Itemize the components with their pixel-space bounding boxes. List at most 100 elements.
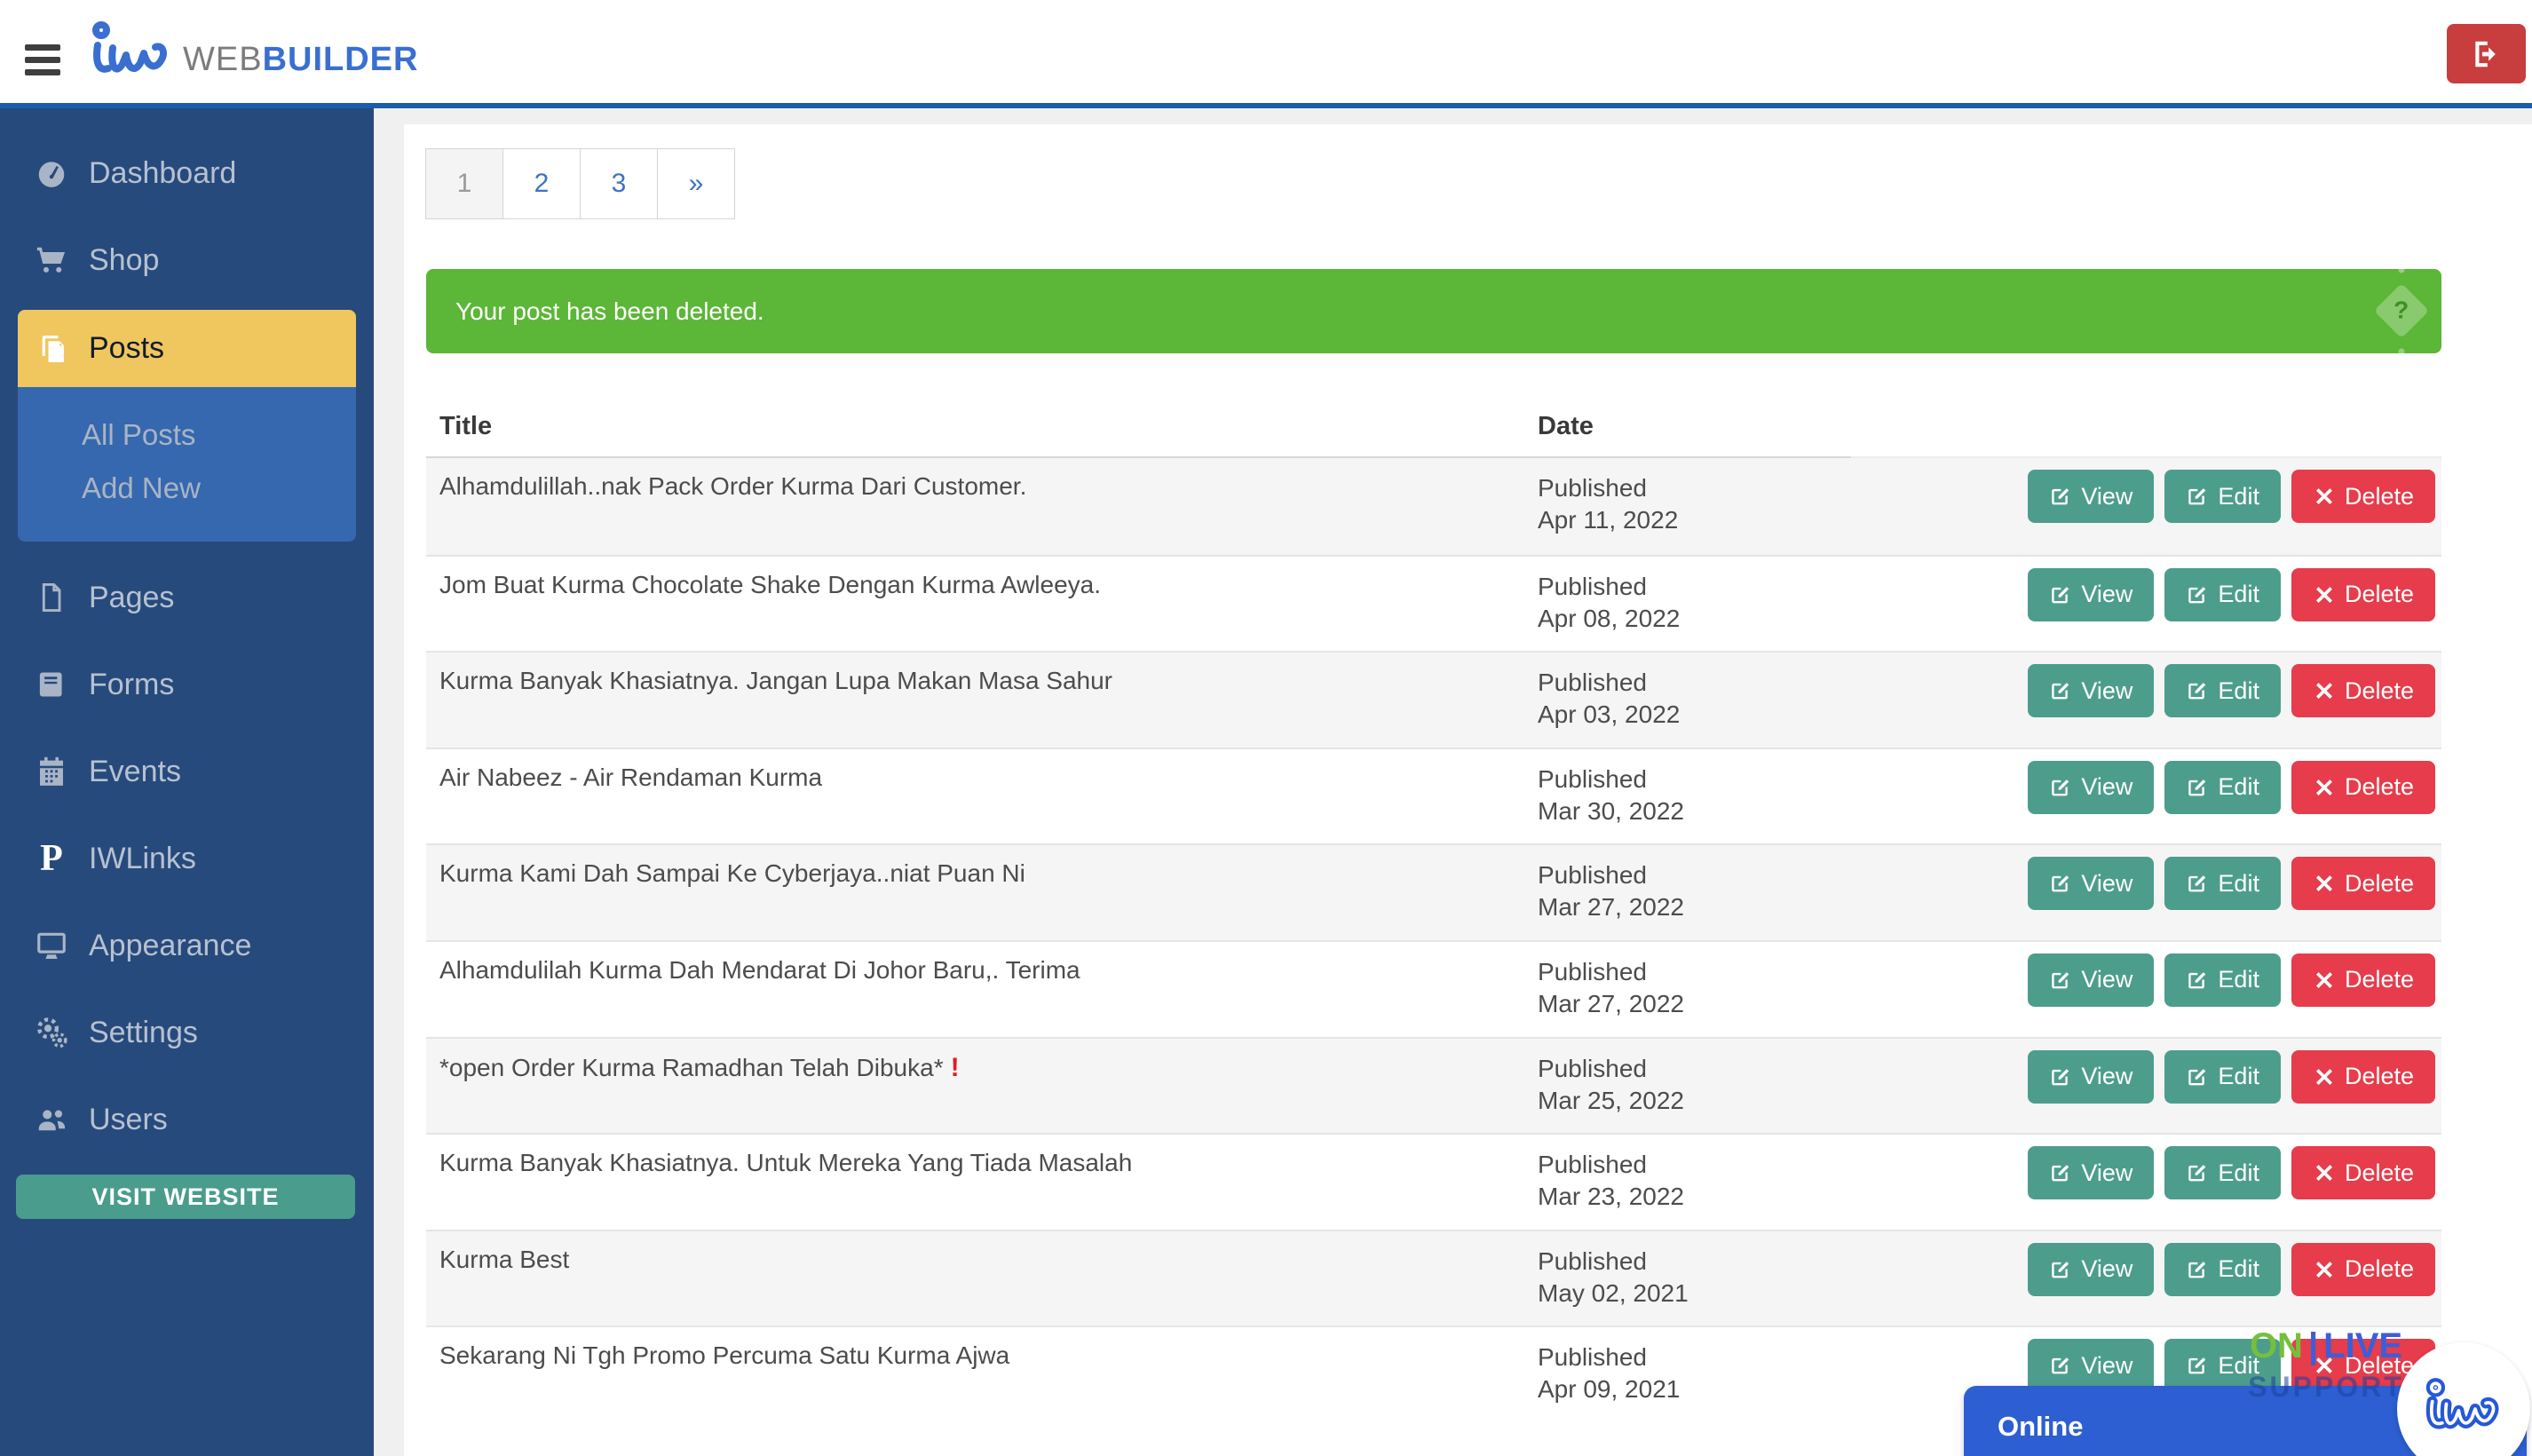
view-button[interactable]: View <box>2028 1146 2154 1199</box>
sidebar-item-label: Users <box>89 1103 168 1137</box>
sidebar-item-events[interactable]: Events <box>0 740 374 803</box>
pen-square-icon <box>2049 969 2072 992</box>
visit-website-button[interactable]: VISIT WEBSITE <box>16 1175 355 1219</box>
file-icon <box>32 578 71 617</box>
post-date: Mar 25, 2022 <box>1538 1085 1851 1117</box>
edit-button[interactable]: Edit <box>2164 664 2281 717</box>
pen-square-icon <box>2049 1354 2072 1377</box>
pagination: 1 2 3 » <box>426 148 735 219</box>
table-row: Alhamdulilah Kurma Dah Mendarat Di Johor… <box>426 940 2441 1037</box>
post-title: Kurma Kami Dah Sampai Ke Cyberjaya..niat… <box>426 859 1538 888</box>
sidebar-item-dashboard[interactable]: Dashboard <box>0 142 374 204</box>
delete-button[interactable]: Delete <box>2291 1050 2435 1104</box>
post-status: Published <box>1538 472 1851 504</box>
sidebar-item-forms[interactable]: Forms <box>0 653 374 716</box>
posts-table-body: Alhamdulillah..nak Pack Order Kurma Dari… <box>426 458 2441 1422</box>
sidebar-item-shop[interactable]: Shop <box>0 229 374 291</box>
edit-button[interactable]: Edit <box>2164 1050 2281 1104</box>
pen-square-icon <box>2186 679 2209 702</box>
sidebar-item-label: Dashboard <box>89 156 236 191</box>
sidebar-item-label: Events <box>89 755 181 789</box>
post-status: Published <box>1538 1053 1851 1085</box>
sidebar-subitem-add-new[interactable]: Add New <box>18 462 356 515</box>
post-date-cell: Published Apr 09, 2021 <box>1538 1341 1851 1405</box>
sidebar-item-pages[interactable]: Pages <box>0 566 374 629</box>
edit-button[interactable]: Edit <box>2164 761 2281 814</box>
post-status: Published <box>1538 956 1851 988</box>
edit-button[interactable]: Edit <box>2164 857 2281 910</box>
view-button[interactable]: View <box>2028 1339 2154 1392</box>
pen-square-icon <box>2186 1065 2209 1088</box>
post-date: Mar 30, 2022 <box>1538 795 1851 827</box>
sidebar-item-label: Appearance <box>89 929 251 963</box>
question-diamond-icon[interactable]: ? <box>2374 283 2429 338</box>
view-button[interactable]: View <box>2028 761 2154 814</box>
pagination-next[interactable]: » <box>657 148 735 219</box>
sidebar-item-appearance[interactable]: Appearance <box>0 914 374 977</box>
edit-button[interactable]: Edit <box>2164 470 2281 523</box>
delete-button[interactable]: Delete <box>2291 664 2435 717</box>
posts-table-header: Title Date <box>426 397 2441 458</box>
pagination-page-2[interactable]: 2 <box>502 148 581 219</box>
view-button[interactable]: View <box>2028 1243 2154 1296</box>
delete-button[interactable]: Delete <box>2291 857 2435 910</box>
post-status: Published <box>1538 667 1851 699</box>
brand-web-text: WEB <box>183 41 263 78</box>
view-button[interactable]: View <box>2028 568 2154 621</box>
x-icon <box>2313 1161 2336 1184</box>
brand-logo[interactable]: WEBBUILDER <box>85 16 418 91</box>
view-button[interactable]: View <box>2028 1050 2154 1104</box>
post-actions: View Edit Delete <box>1851 1243 2441 1296</box>
view-button[interactable]: View <box>2028 954 2154 1007</box>
pen-square-icon <box>2049 776 2072 799</box>
brand-builder-text: BUILDER <box>263 41 419 78</box>
delete-button[interactable]: Delete <box>2291 470 2435 523</box>
edit-button[interactable]: Edit <box>2164 954 2281 1007</box>
view-button[interactable]: View <box>2028 470 2154 523</box>
post-status: Published <box>1538 764 1851 795</box>
sidebar-item-iwlinks[interactable]: P IWLinks <box>0 827 374 890</box>
logout-button[interactable] <box>2447 24 2526 83</box>
sidebar-item-users[interactable]: Users <box>0 1088 374 1151</box>
pagination-page-3[interactable]: 3 <box>580 148 658 219</box>
post-actions: View Edit Delete <box>1851 470 2441 523</box>
delete-button[interactable]: Delete <box>2291 761 2435 814</box>
edit-button[interactable]: Edit <box>2164 1146 2281 1199</box>
x-icon <box>2313 1065 2336 1088</box>
post-title: Sekarang Ni Tgh Promo Percuma Satu Kurma… <box>426 1341 1538 1370</box>
exclamation-icon: ! <box>951 1053 960 1082</box>
delete-button[interactable]: Delete <box>2291 1146 2435 1199</box>
edit-button[interactable]: Edit <box>2164 1243 2281 1296</box>
post-actions: View Edit Delete <box>1851 568 2441 621</box>
sidebar-subitem-all-posts[interactable]: All Posts <box>18 408 356 462</box>
post-actions: View Edit Delete <box>1851 664 2441 717</box>
view-button[interactable]: View <box>2028 664 2154 717</box>
x-icon <box>2313 679 2336 702</box>
post-date-cell: Published Mar 30, 2022 <box>1538 764 1851 827</box>
post-date-cell: Published Mar 23, 2022 <box>1538 1149 1851 1213</box>
delete-button[interactable]: Delete <box>2291 1243 2435 1296</box>
post-date: Apr 09, 2021 <box>1538 1373 1851 1405</box>
chat-status-label: Online <box>1998 1411 2083 1443</box>
sidebar-item-posts-active[interactable]: Posts <box>18 310 356 387</box>
pagination-page-1[interactable]: 1 <box>425 148 503 219</box>
hamburger-menu-icon[interactable] <box>25 44 60 75</box>
delete-button[interactable]: Delete <box>2291 954 2435 1007</box>
calendar-icon <box>32 752 71 791</box>
x-icon <box>2313 969 2336 992</box>
delete-button[interactable]: Delete <box>2291 568 2435 621</box>
book-icon <box>32 665 71 704</box>
pen-square-icon <box>2186 583 2209 606</box>
x-icon <box>2313 1258 2336 1281</box>
chat-live-text: LIVE <box>2323 1326 2402 1365</box>
sidebar-item-settings[interactable]: Settings <box>0 1001 374 1064</box>
x-icon <box>2313 872 2336 895</box>
chat-on-text: ON <box>2250 1326 2303 1365</box>
view-button[interactable]: View <box>2028 857 2154 910</box>
post-date: May 02, 2021 <box>1538 1278 1851 1310</box>
edit-button[interactable]: Edit <box>2164 568 2281 621</box>
pen-square-icon <box>2049 583 2072 606</box>
iw-logo-icon <box>2419 1374 2508 1444</box>
iw-logo-icon <box>85 16 178 91</box>
cart-icon <box>32 241 71 280</box>
